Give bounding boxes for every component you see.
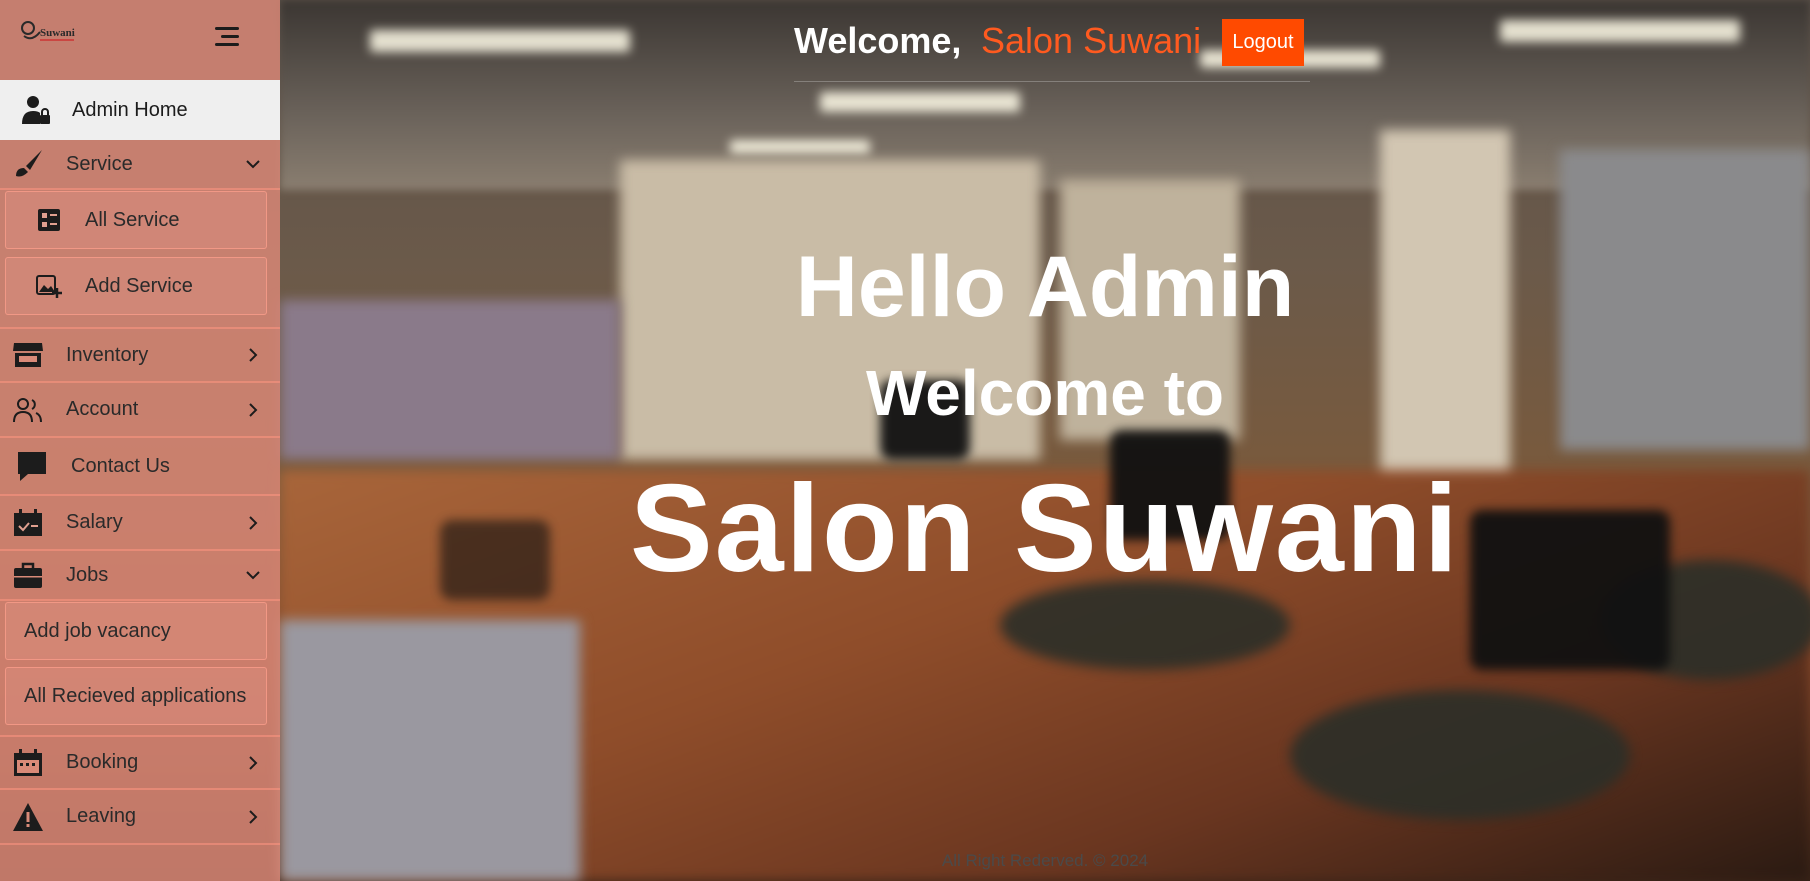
chevron-down-icon: [246, 160, 260, 169]
hero-greeting: Hello Admin: [795, 239, 1295, 335]
sidebar-subitem-all-service[interactable]: All Service: [5, 191, 267, 249]
sidebar-subitem-add-job-vacancy[interactable]: Add job vacancy: [5, 602, 267, 660]
sidebar-item-label: Salary: [66, 511, 123, 533]
sidebar-subitem-label: All Recieved applications: [24, 684, 247, 707]
user-lock-icon: [20, 94, 52, 126]
add-image-icon: [34, 271, 64, 301]
calendar-icon: [12, 747, 44, 779]
svg-text:Suwani: Suwani: [40, 27, 75, 39]
chevron-right-icon: [249, 515, 258, 530]
sidebar-item-label: Leaving: [66, 805, 137, 827]
sidebar-item-label: Contact Us: [71, 454, 170, 477]
sidebar: Suwani Admin Home Service All Service Ad…: [0, 0, 280, 881]
chevron-right-icon: [249, 402, 258, 417]
sidebar-item-label: Admin Home: [72, 98, 188, 121]
logout-button[interactable]: Logout: [1222, 19, 1304, 66]
hero-subtitle: Welcome to: [866, 357, 1224, 429]
sidebar-item-label: Service: [66, 152, 133, 175]
sidebar-item-inventory[interactable]: Inventory: [0, 327, 280, 383]
sidebar-subitem-all-received-applications[interactable]: All Recieved applications: [5, 667, 267, 725]
top-header: Welcome, Salon Suwani Logout: [794, 18, 1310, 82]
sidebar-subitem-label: All Service: [85, 208, 180, 231]
hero-brand-name: Salon Suwani: [629, 460, 1461, 598]
sidebar-item-contact-us[interactable]: Contact Us: [0, 438, 280, 496]
sidebar-item-salary[interactable]: Salary: [0, 496, 280, 551]
sidebar-subitem-label: Add Service: [85, 274, 193, 297]
sidebar-item-booking[interactable]: Booking: [0, 735, 280, 790]
brush-icon: [12, 148, 44, 180]
users-icon: [12, 394, 44, 426]
sidebar-item-leaving[interactable]: Leaving: [0, 790, 280, 845]
store-icon: [12, 339, 44, 371]
sidebar-item-service[interactable]: Service: [0, 140, 280, 190]
sidebar-item-account[interactable]: Account: [0, 383, 280, 438]
chevron-right-icon: [249, 755, 258, 770]
hamburger-menu-icon[interactable]: [215, 27, 239, 47]
sidebar-subitem-add-service[interactable]: Add Service: [5, 257, 267, 315]
sidebar-item-label: Jobs: [66, 563, 109, 586]
salon-suwani-logo[interactable]: Suwani: [20, 18, 76, 44]
chevron-right-icon: [249, 348, 258, 362]
briefcase-icon: [12, 559, 44, 591]
sidebar-item-label: Inventory: [66, 343, 149, 366]
warning-icon: [12, 801, 44, 833]
sidebar-item-label: Account: [66, 398, 139, 420]
chevron-right-icon: [249, 809, 258, 824]
sidebar-item-admin-home[interactable]: Admin Home: [0, 80, 280, 140]
footer-copyright: All Right Rederved. © 2024: [941, 851, 1149, 870]
sidebar-subitem-label: Add job vacancy: [24, 619, 171, 642]
sidebar-item-jobs[interactable]: Jobs: [0, 551, 280, 601]
sidebar-item-label: Booking: [66, 751, 139, 773]
welcome-user-name: Salon Suwani: [981, 20, 1202, 61]
welcome-text: Welcome,: [794, 20, 962, 61]
calendar-check-icon: [12, 507, 44, 539]
chevron-down-icon: [246, 571, 260, 580]
list-icon: [34, 205, 64, 235]
chat-icon: [16, 450, 48, 482]
